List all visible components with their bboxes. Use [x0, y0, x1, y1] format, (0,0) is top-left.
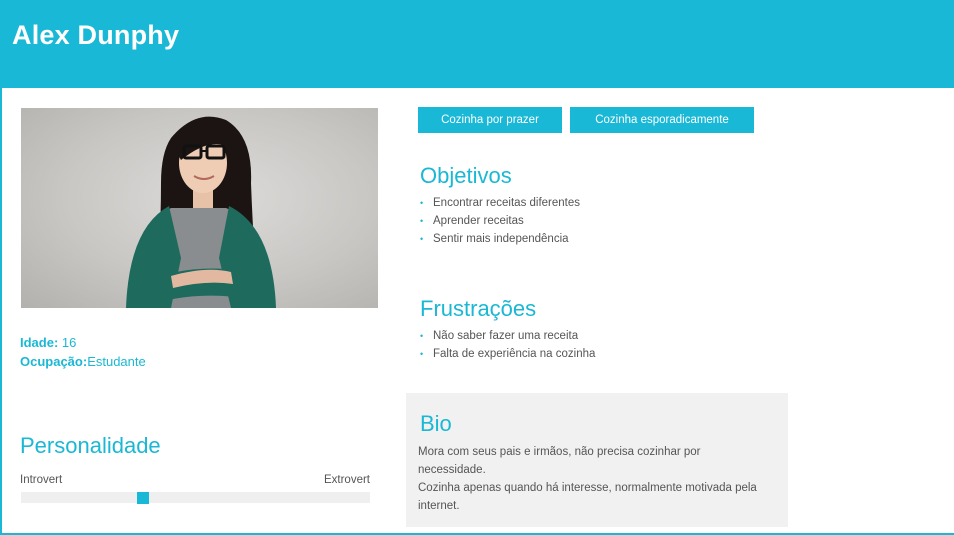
goal-item: Encontrar receitas diferentes — [420, 194, 580, 212]
frustrations-title: Frustrações — [420, 296, 537, 321]
persona-photo — [21, 108, 378, 308]
age-row: Idade: 16 — [20, 335, 76, 350]
frustration-item: Falta de experiência na cozinha — [420, 345, 595, 363]
bio-line: Cozinha apenas quando há interesse, norm… — [418, 482, 757, 512]
personality-slider-thumb[interactable] — [137, 492, 150, 504]
persona-name: Alex Dunphy — [12, 20, 180, 50]
tag-cooking-occasionally: Cozinha esporadicamente — [570, 107, 754, 133]
age-label: Idade: — [20, 335, 59, 350]
bio-text: Mora com seus pais e irmãos, não precisa… — [418, 443, 768, 515]
personality-title: Personalidade — [20, 433, 161, 458]
personality-slider-track[interactable] — [21, 492, 370, 503]
goals-list: Encontrar receitas diferentes Aprender r… — [420, 194, 580, 248]
frustrations-list: Não saber fazer uma receita Falta de exp… — [420, 327, 595, 363]
goal-item: Aprender receitas — [420, 212, 580, 230]
tag-cooking-for-pleasure: Cozinha por prazer — [418, 107, 562, 133]
age-value: 16 — [58, 335, 77, 350]
occupation-value: Estudante — [87, 354, 146, 369]
header-bar: Alex Dunphy — [0, 2, 954, 88]
bio-panel: Bio Mora com seus pais e irmãos, não pre… — [406, 393, 788, 527]
bio-title: Bio — [420, 411, 452, 436]
frustration-item: Não saber fazer uma receita — [420, 327, 595, 345]
extrovert-label: Extrovert — [323, 474, 370, 486]
goals-title: Objetivos — [420, 163, 512, 188]
persona-illustration — [126, 116, 276, 308]
occupation-label: Ocupação: — [20, 354, 88, 369]
bio-line: Mora com seus pais e irmãos, não precisa… — [418, 446, 701, 476]
goal-item: Sentir mais independência — [420, 230, 580, 248]
occupation-row: Ocupação:Estudante — [20, 354, 146, 369]
introvert-label: Introvert — [20, 474, 63, 486]
